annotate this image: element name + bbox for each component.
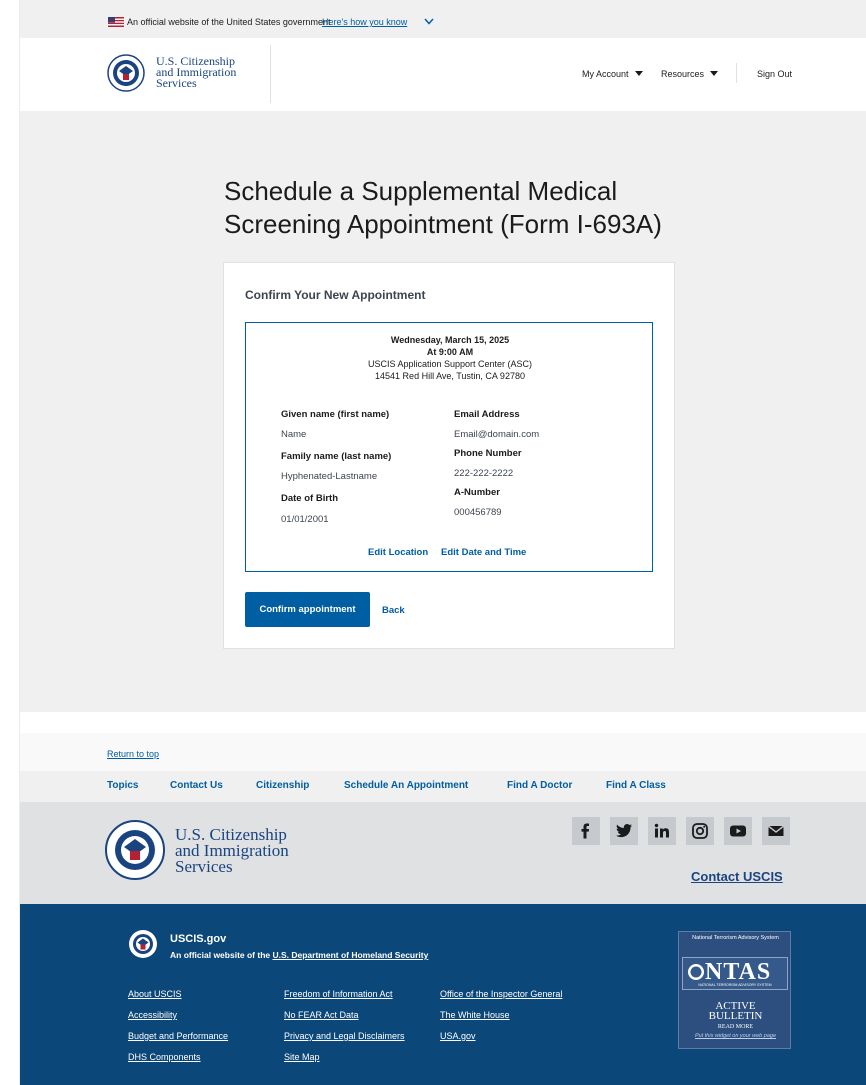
appointment-location: USCIS Application Support Center (ASC) <box>367 359 533 369</box>
edit-location-link[interactable]: Edit Location <box>368 547 428 558</box>
footer-topic-link[interactable]: Contact Us <box>170 780 223 791</box>
main-content: Schedule a Supplemental Medical Screenin… <box>20 111 866 712</box>
official-prefix: An official website of the <box>170 950 273 960</box>
footer-link[interactable]: Office of the Inspector General <box>440 989 562 999</box>
twitter-icon[interactable] <box>610 817 638 845</box>
ntas-subtitle: NATIONAL TERRORISM ADVISORY SYSTEM <box>698 983 772 987</box>
dhs-seal-icon <box>688 964 704 980</box>
official-dhs-text: An official website of the U.S. Departme… <box>170 950 428 960</box>
footer-link[interactable]: DHS Components <box>128 1052 201 1062</box>
contact-uscis-link[interactable]: Contact USCIS <box>691 869 783 884</box>
footer-topic-link[interactable]: Schedule An Appointment <box>344 780 468 791</box>
dhs-link[interactable]: U.S. Department of Homeland Security <box>272 950 428 960</box>
page-title-line: Screening Appointment (Form I-693A) <box>224 209 662 239</box>
given-name-label: Given name (first name) <box>281 409 390 420</box>
dhs-seal-logo[interactable] <box>107 54 145 92</box>
us-flag-icon <box>108 17 124 27</box>
agency-name-line: Services <box>156 76 197 90</box>
instagram-icon[interactable] <box>686 817 714 845</box>
footer-topic-link[interactable]: Citizenship <box>256 780 309 791</box>
my-account-label: My Account <box>582 69 629 79</box>
ntas-logo-text: NTAS <box>705 959 772 985</box>
resources-menu[interactable]: Resources <box>661 69 719 79</box>
family-name-label: Family name (last name) <box>281 451 392 462</box>
edit-date-time-link[interactable]: Edit Date and Time <box>441 547 526 558</box>
phone-label: Phone Number <box>454 448 522 459</box>
dhs-seal-logo[interactable] <box>128 929 158 959</box>
footer-link[interactable]: Site Map <box>284 1052 320 1062</box>
footer-topic-link[interactable]: Topics <box>107 780 138 791</box>
footer-link[interactable]: USA.gov <box>440 1031 476 1041</box>
ntas-header: National Terrorism Advisory System <box>692 935 779 941</box>
facebook-icon[interactable] <box>572 817 600 845</box>
agency-name-line: Services <box>175 857 233 876</box>
site-name: USCIS.gov <box>170 933 227 945</box>
footer-topics-nav: Topics Contact Us Citizenship Schedule A… <box>20 771 866 802</box>
footer-link[interactable]: About USCIS <box>128 989 182 999</box>
a-number-label: A-Number <box>454 487 500 498</box>
confirm-appointment-button[interactable]: Confirm appointment <box>245 592 370 627</box>
caret-down-icon <box>710 71 719 76</box>
ntas-logo: NTAS NATIONAL TERRORISM ADVISORY SYSTEM <box>682 957 788 990</box>
my-account-menu[interactable]: My Account <box>582 69 643 79</box>
ntas-widget-link[interactable]: Put this widget on your web page <box>679 1033 792 1039</box>
return-to-top-link[interactable]: Return to top <box>107 749 159 759</box>
dob-value: 01/01/2001 <box>281 514 329 525</box>
gov-banner: An official website of the United States… <box>20 0 866 38</box>
footer-link[interactable]: Freedom of Information Act <box>284 989 393 999</box>
phone-value: 222-222-2222 <box>454 468 514 479</box>
page-title: Schedule a Supplemental Medical Screenin… <box>224 175 684 241</box>
footer-link[interactable]: Accessibility <box>128 1010 177 1020</box>
a-number-value: 000456789 <box>454 507 502 518</box>
official-gov-text: An official website of the United States… <box>127 17 331 27</box>
footer-link[interactable]: Budget and Performance <box>128 1031 228 1041</box>
linkedin-icon[interactable] <box>648 817 676 845</box>
footer-topic-link[interactable]: Find A Class <box>606 780 666 791</box>
footer-link[interactable]: Privacy and Legal Disclaimers <box>284 1031 405 1041</box>
ntas-read-more[interactable]: READ MORE <box>679 1024 792 1030</box>
heres-how-you-know-link[interactable]: Here's how you know <box>322 17 407 27</box>
footer-identifier: USCIS.gov An official website of the U.S… <box>20 904 866 1085</box>
dob-label: Date of Birth <box>281 493 338 504</box>
site-header: U.S. Citizenship and Immigration Service… <box>20 38 866 111</box>
appointment-time: At 9:00 AM <box>426 347 474 357</box>
appointment-details: Wednesday, March 15, 2025 At 9:00 AM USC… <box>246 334 654 382</box>
appointment-summary: Wednesday, March 15, 2025 At 9:00 AM USC… <box>245 322 653 572</box>
appointment-date: Wednesday, March 15, 2025 <box>390 335 510 345</box>
caret-down-icon <box>634 71 643 76</box>
confirm-appointment-card: Confirm Your New Appointment Wednesday, … <box>223 262 675 649</box>
dhs-seal-logo[interactable] <box>105 820 165 880</box>
email-value: Email@domain.com <box>454 429 540 440</box>
email-icon[interactable] <box>762 817 790 845</box>
ntas-widget[interactable]: National Terrorism Advisory System NTAS … <box>678 931 791 1049</box>
page-gutter <box>0 0 20 1085</box>
footer-secondary: U.S. Citizenship and Immigration Service… <box>20 802 866 904</box>
footer-link[interactable]: No FEAR Act Data <box>284 1010 359 1020</box>
page-title-line: Schedule a Supplemental Medical <box>224 176 618 206</box>
ntas-status: ACTIVE BULLETIN <box>679 1001 792 1022</box>
footer-agency-name[interactable]: U.S. Citizenship and Immigration Service… <box>175 826 289 876</box>
section-spacer <box>20 712 866 733</box>
header-divider <box>270 45 271 103</box>
family-name-value: Hyphenated-Lastname <box>281 471 378 482</box>
ntas-status-line: BULLETIN <box>708 1010 763 1022</box>
email-label: Email Address <box>454 409 520 420</box>
back-button[interactable]: Back <box>382 605 405 616</box>
agency-name[interactable]: U.S. Citizenship and Immigration Service… <box>156 55 236 90</box>
sign-out-link[interactable]: Sign Out <box>757 69 792 79</box>
chevron-down-icon[interactable] <box>424 17 434 26</box>
footer-topic-link[interactable]: Find A Doctor <box>507 780 572 791</box>
nav-separator <box>736 63 737 83</box>
appointment-address: 14541 Red Hill Ave, Tustin, CA 92780 <box>375 371 525 381</box>
resources-label: Resources <box>661 69 705 79</box>
return-to-top-band: Return to top <box>20 733 866 771</box>
card-heading: Confirm Your New Appointment <box>245 288 426 302</box>
youtube-icon[interactable] <box>724 817 752 845</box>
footer-link[interactable]: The White House <box>440 1010 510 1020</box>
given-name-value: Name <box>281 429 307 440</box>
